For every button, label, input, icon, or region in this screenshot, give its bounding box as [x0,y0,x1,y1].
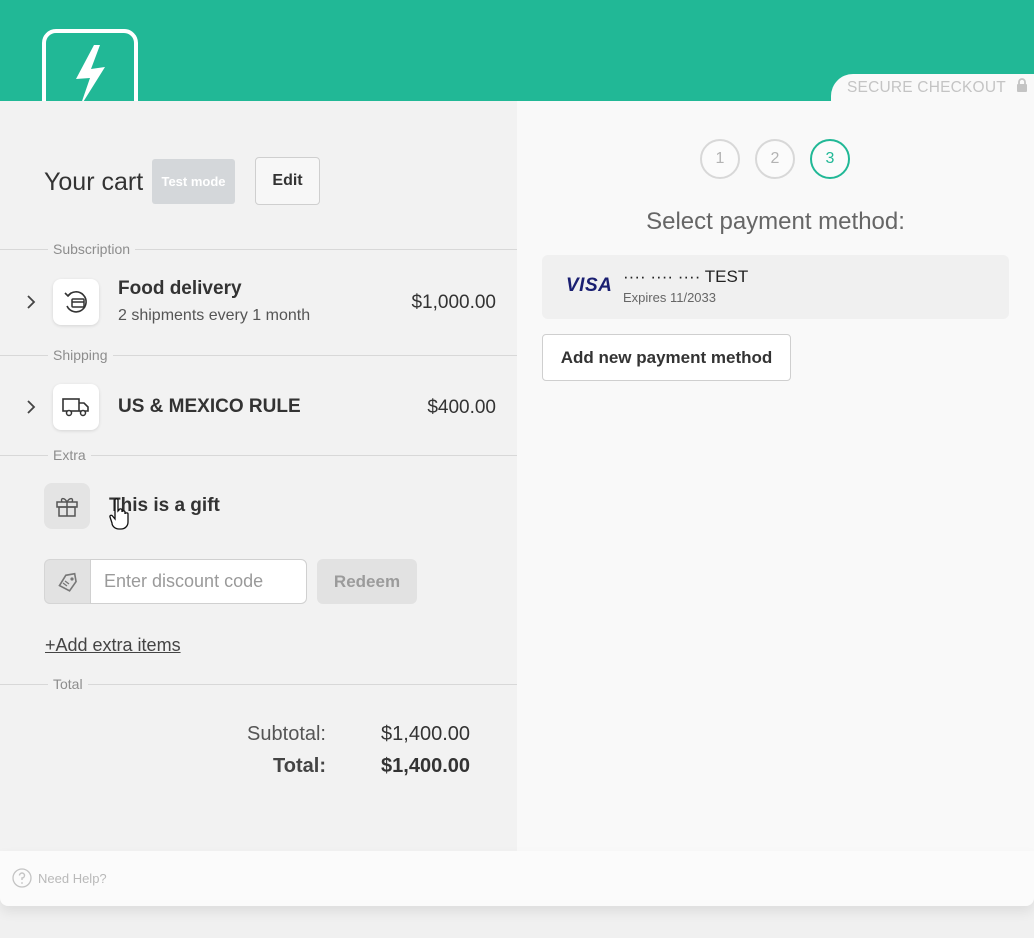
lock-icon [1016,78,1028,98]
gift-checkbox[interactable] [44,483,90,529]
cart-title: Your cart [44,168,144,196]
step-1[interactable]: 1 [700,139,740,179]
tag-icon-box [44,559,90,604]
lightning-bolt-icon [76,45,105,107]
step-3[interactable]: 3 [810,139,850,179]
visa-logo: VISA [566,275,613,296]
subscription-icon-box [53,279,99,325]
shipping-item-name: US & MEXICO RULE [118,396,301,417]
recurring-card-icon [64,291,87,313]
need-help-label: Need Help? [38,870,107,886]
subscription-item-price: $1,000.00 [411,292,496,313]
section-label-subscription: Subscription [48,241,136,257]
chevron-right-icon [27,400,36,414]
card-expiry: Expires 11/2033 [623,290,716,305]
payment-method-title: Select payment method: [646,208,905,235]
shipping-icon-box [53,384,99,430]
chevron-right-icon [27,295,36,309]
total-value: $1,400.00 [381,755,470,777]
expand-shipping-button[interactable] [24,400,38,414]
truck-icon [62,398,89,417]
secure-checkout-label: SECURE CHECKOUT [847,79,1006,96]
shipping-item-price: $400.00 [427,397,496,418]
step-2[interactable]: 2 [755,139,795,179]
footer: Need Help? [0,851,1034,906]
total-label: Total: [273,755,326,777]
expand-subscription-button[interactable] [24,295,38,309]
saved-card-option[interactable]: VISA ···· ···· ···· TEST Expires 11/2033 [542,255,1009,319]
subtotal-value: $1,400.00 [381,723,470,745]
need-help-link[interactable]: Need Help? [12,868,107,888]
tag-icon [57,572,77,592]
test-mode-badge: Test mode [152,159,235,204]
subscription-item-name: Food delivery [118,278,242,299]
section-label-total: Total [48,676,88,692]
question-icon [12,868,32,888]
subtotal-label: Subtotal: [247,723,326,745]
discount-field-group [44,559,307,604]
add-payment-method-button[interactable]: Add new payment method [542,334,791,381]
gift-icon [56,497,78,517]
card-number: ···· ···· ···· TEST [623,267,749,286]
add-extra-items-link[interactable]: +Add extra items [45,635,181,656]
secure-checkout-tab: SECURE CHECKOUT [831,74,1034,102]
subscription-item-description: 2 shipments every 1 month [118,307,311,324]
discount-code-input[interactable] [90,559,307,604]
section-label-extra: Extra [48,447,91,463]
redeem-button[interactable]: Redeem [317,559,417,604]
edit-cart-button[interactable]: Edit [255,157,320,205]
hand-cursor-icon [109,498,131,535]
section-label-shipping: Shipping [48,347,113,363]
